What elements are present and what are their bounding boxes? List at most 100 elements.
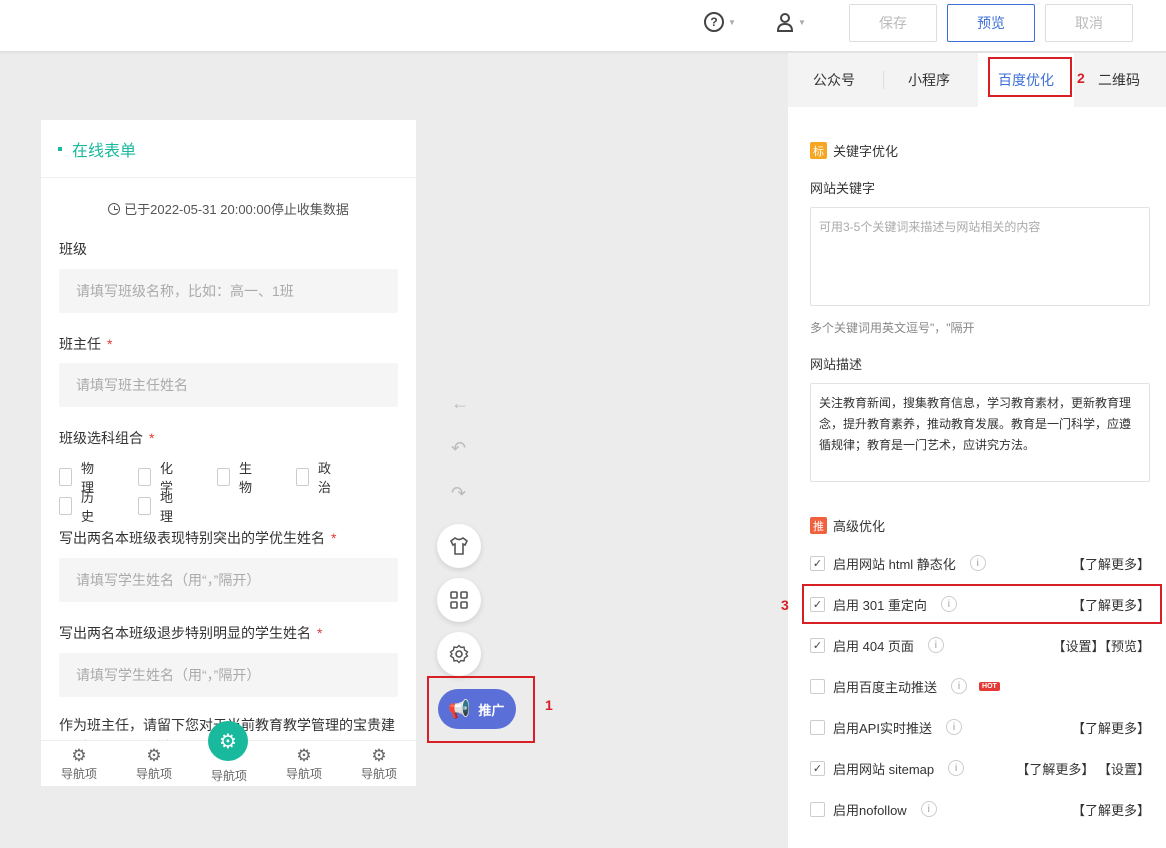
description-textarea[interactable]: 关注教育新闻，搜集教育信息，学习教育素材，更新教育理念，提升教育素养，推动教育发… (810, 383, 1150, 482)
nav-item[interactable]: ⚙ 导航项 (274, 747, 334, 782)
head-teacher-input[interactable]: 请填写班主任姓名 (59, 363, 398, 407)
gear-icon: ⚙ (219, 730, 237, 753)
form-title: 在线表单 (72, 142, 137, 160)
option-api-push: 启用API实时推送 i 【了解更多】 (810, 717, 1150, 737)
undo-icon[interactable]: ↶ (451, 438, 466, 459)
subject-checkbox[interactable]: 地理 (138, 487, 178, 525)
learn-more-link[interactable]: 【了解更多】 (1072, 718, 1150, 737)
keywords-label: 网站关键字 (810, 181, 876, 196)
annotation-number-1: 1 (545, 697, 553, 713)
shirt-icon (449, 537, 469, 555)
chevron-down-icon: ▼ (728, 17, 736, 27)
advanced-section-header: 推 高级优化 (810, 516, 885, 535)
learn-more-link[interactable]: 【了解更多】 (1072, 554, 1150, 573)
nav-item[interactable]: ⚙ 导航项 (349, 747, 409, 782)
checkbox-unchecked[interactable] (810, 719, 825, 735)
checkbox-unchecked[interactable] (810, 678, 825, 694)
deadline-notice: 已于2022-05-31 20:00:00停止收集数据 (41, 199, 416, 218)
required-mark: * (331, 530, 337, 546)
nav-item[interactable]: ⚙ 导航项 (124, 747, 184, 782)
info-icon[interactable]: i (927, 637, 944, 653)
checkbox-checked[interactable]: ✓ (810, 555, 825, 571)
info-icon[interactable]: i (951, 678, 968, 694)
learn-more-settings-links[interactable]: 【了解更多】 【设置】 (1016, 759, 1150, 778)
recommend-badge: 推 (810, 517, 827, 534)
user-dropdown[interactable]: ▼ (776, 12, 806, 32)
subject-checkbox[interactable]: 生物 (217, 458, 257, 496)
info-icon[interactable]: i (945, 719, 962, 735)
settings-panel: 公众号 小程序 百度优化 二维码 标 关键字优化 网站关键字 可用3-5个关键词… (788, 53, 1166, 848)
keywords-textarea[interactable]: 可用3-5个关键词来描述与网站相关的内容 (810, 207, 1150, 306)
subject-checkbox[interactable]: 政治 (296, 458, 336, 496)
option-html-static: ✓ 启用网站 html 静态化 i 【了解更多】 (810, 553, 1150, 573)
field-label-class: 班级 (59, 241, 87, 257)
phone-preview: 在线表单 已于2022-05-31 20:00:00停止收集数据 班级 请填写班… (41, 120, 416, 786)
option-404-page: ✓ 启用 404 页面 i 【设置】【预览】 (810, 635, 1150, 655)
title-marker (58, 146, 62, 151)
redo-icon[interactable]: ↷ (451, 483, 466, 504)
grid-icon (450, 591, 468, 609)
deadline-text: 已于2022-05-31 20:00:00停止收集数据 (124, 202, 349, 217)
info-icon[interactable]: i (969, 555, 986, 571)
checkbox-unchecked[interactable] (810, 801, 825, 817)
chevron-down-icon: ▼ (798, 17, 806, 27)
gear-icon: ⚙ (371, 746, 387, 765)
field-label-top-students: 写出两名本班级表现特别突出的学优生姓名 * (59, 530, 337, 546)
top-bar: ? ▼ ▼ 保存 预览 取消 (0, 0, 1166, 52)
save-button[interactable]: 保存 (849, 4, 937, 42)
settings-button[interactable] (437, 632, 481, 676)
field-label-head-teacher: 班主任 * (59, 336, 113, 352)
theme-shirt-button[interactable] (437, 524, 481, 568)
top-students-input[interactable]: 请填写学生姓名（用“，”隔开） (59, 558, 398, 602)
declining-students-input[interactable]: 请填写学生姓名（用“，”隔开） (59, 653, 398, 697)
checkbox-checked[interactable]: ✓ (810, 637, 825, 653)
nav-center-gear-button[interactable]: ⚙ (208, 721, 248, 761)
option-baidu-push: 启用百度主动推送 i HOT (810, 676, 1150, 696)
annotation-number-2: 2 (1077, 70, 1085, 86)
class-input[interactable]: 请填写班级名称，比如：高一、1班 (59, 269, 398, 313)
gear-icon: ⚙ (296, 746, 312, 765)
back-arrow-icon[interactable]: ← (451, 393, 469, 414)
bottom-nav: ⚙ 导航项 ⚙ 导航项 ⚙ 导航项 ⚙ 导航项 ⚙ 导航项 (41, 721, 416, 786)
hot-badge: HOT (979, 681, 1000, 691)
required-mark: * (149, 430, 155, 446)
gear-icon: ⚙ (71, 746, 87, 765)
annotation-box-3 (802, 584, 1162, 624)
user-icon (776, 13, 794, 32)
clock-icon (108, 202, 121, 215)
required-mark: * (317, 625, 323, 641)
tag-badge: 标 (810, 142, 827, 159)
cancel-button[interactable]: 取消 (1045, 4, 1133, 42)
help-circle-icon: ? (704, 12, 724, 32)
keyword-section-header: 标 关键字优化 (810, 141, 898, 160)
option-nofollow: 启用nofollow i 【了解更多】 (810, 799, 1150, 819)
tab-official-account[interactable]: 公众号 (813, 53, 855, 107)
annotation-box-2 (988, 57, 1072, 97)
tab-mini-program[interactable]: 小程序 (908, 53, 950, 107)
info-icon[interactable]: i (920, 801, 937, 817)
components-grid-button[interactable] (437, 578, 481, 622)
keywords-hint: 多个关键词用英文逗号"，"隔开 (810, 321, 975, 335)
learn-more-link[interactable]: 【了解更多】 (1072, 800, 1150, 819)
checkbox-checked[interactable]: ✓ (810, 760, 825, 776)
settings-preview-links[interactable]: 【设置】【预览】 (1052, 636, 1150, 655)
gear-icon (449, 644, 469, 664)
annotation-box-1 (427, 676, 535, 743)
tab-divider (883, 71, 884, 89)
nav-item[interactable]: ⚙ 导航项 (49, 747, 109, 782)
field-label-subjects: 班级选科组合 * (59, 430, 155, 446)
description-label: 网站描述 (810, 357, 863, 372)
field-label-declining-students: 写出两名本班级退步特别明显的学生姓名 * (59, 625, 323, 641)
help-dropdown[interactable]: ? ▼ (704, 12, 736, 32)
annotation-number-3: 3 (781, 597, 789, 613)
subject-checkbox[interactable]: 历史 (59, 487, 99, 525)
info-icon[interactable]: i (948, 760, 965, 776)
settings-tabs: 公众号 小程序 百度优化 二维码 (788, 53, 1166, 107)
nav-item[interactable]: 导航项 (199, 767, 259, 784)
required-mark: * (107, 336, 113, 352)
tab-qr-code[interactable]: 二维码 (1098, 53, 1140, 107)
gear-icon: ⚙ (146, 746, 162, 765)
preview-button[interactable]: 预览 (947, 4, 1035, 42)
option-sitemap: ✓ 启用网站 sitemap i 【了解更多】 【设置】 (810, 758, 1150, 778)
form-header: 在线表单 (41, 120, 416, 178)
